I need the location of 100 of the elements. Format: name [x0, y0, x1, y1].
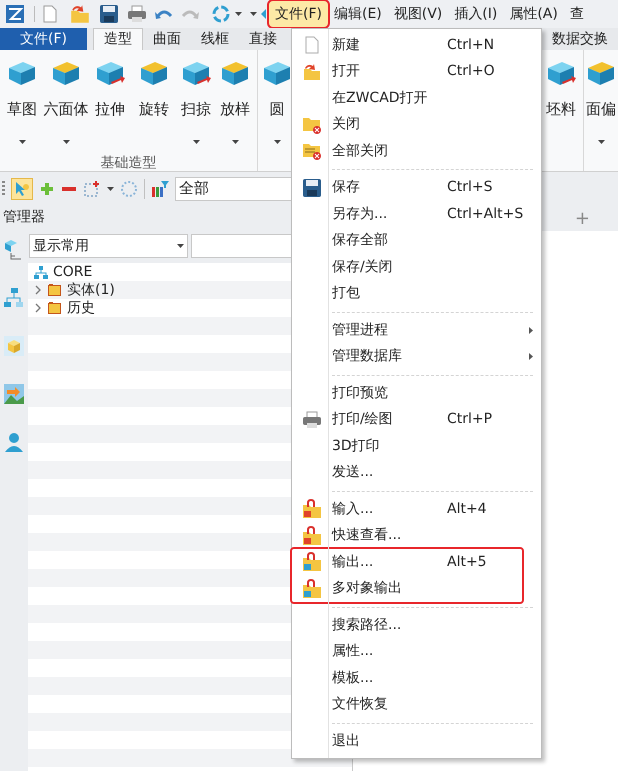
folder-lock-icon [302, 526, 322, 546]
menu-item[interactable]: 管理进程 [292, 317, 541, 344]
hierarchy-icon [34, 266, 48, 278]
submenu-arrow-icon [529, 326, 533, 334]
redo-icon[interactable] [181, 8, 199, 20]
menu-item[interactable]: 打印/绘图 Ctrl+P [292, 406, 541, 433]
app-logo-icon[interactable] [4, 3, 26, 25]
shortcut-label: Ctrl+S [447, 178, 493, 198]
menu-item-label: 在ZWCAD打开 [332, 88, 429, 108]
new-document-icon[interactable] [43, 5, 57, 23]
caret-icon [235, 12, 242, 16]
left-arrow-icon[interactable] [261, 9, 266, 19]
ribbon-button[interactable]: 圆 [260, 50, 294, 171]
menu-item[interactable]: 保存全部 [292, 228, 541, 254]
menu-item-label: 关闭 [332, 115, 361, 134]
menu-item[interactable]: 搜索路径... [292, 612, 541, 638]
menu-bar-item[interactable]: 属性(A) [503, 1, 564, 27]
ribbon-button[interactable]: 拉伸 [88, 50, 132, 148]
open-folder-icon[interactable] [69, 4, 91, 24]
ribbon-button-label: 扫掠 [181, 99, 211, 120]
plus-icon[interactable] [39, 180, 55, 196]
menu-item[interactable]: 打印预览 [292, 380, 541, 406]
ribbon-button-label: 坯料 [546, 99, 576, 120]
user-icon[interactable] [3, 431, 25, 453]
menu-item-label: 输出... [332, 552, 374, 572]
ribbon-button[interactable]: 坯料 [539, 50, 583, 171]
ribbon-button[interactable]: 旋转 [132, 50, 176, 148]
caret-icon [250, 12, 257, 16]
refresh-icon[interactable] [211, 4, 231, 24]
menu-item[interactable]: 保存/关闭 [292, 254, 541, 280]
menu-item[interactable]: 快速查看... [292, 522, 541, 549]
menu-item[interactable]: 全部关闭 [292, 138, 541, 164]
ribbon-tab[interactable]: 线框 [191, 28, 239, 50]
menu-item[interactable]: 输出... Alt+5 [292, 549, 522, 576]
menu-bar-item[interactable]: 编辑(E) [328, 1, 388, 27]
shortcut-label: Ctrl+P [447, 410, 492, 430]
printer-icon[interactable] [127, 5, 147, 23]
ribbon-tab[interactable]: 直接 [239, 28, 287, 50]
display-dropdown[interactable]: 显示常用 [29, 234, 188, 258]
menu-item-label: 打印/绘图 [332, 410, 394, 430]
filter-icon[interactable] [151, 180, 169, 198]
folder-lock-icon [302, 552, 322, 572]
menu-item[interactable]: 另存为... Ctrl+Alt+S [292, 201, 541, 228]
menu-item-label: 管理进程 [332, 320, 389, 340]
ribbon-button-label: 旋转 [139, 99, 169, 120]
menu-item-label: 搜索路径... [332, 616, 402, 635]
menu-item-label: 模板... [332, 668, 374, 688]
menu-item[interactable]: 输入... Alt+4 [292, 496, 541, 522]
caret-icon [192, 140, 200, 144]
expand-chevron-icon[interactable] [34, 285, 42, 295]
box-icon[interactable] [3, 335, 25, 357]
file-tab[interactable]: 文件(F) [0, 28, 87, 50]
dotted-circle-icon[interactable] [120, 180, 138, 198]
undo-icon[interactable] [155, 8, 173, 20]
ribbon-button[interactable]: 六面体 [44, 50, 88, 148]
select-tool-button[interactable] [11, 178, 33, 200]
ribbon-button-label: 放样 [220, 99, 250, 120]
ribbon-tab[interactable]: 曲面 [143, 28, 191, 50]
menu-item[interactable]: 文件恢复 [292, 692, 541, 718]
menu-item[interactable]: 模板... [292, 665, 541, 692]
ribbon-tab[interactable]: 造型 [93, 28, 143, 50]
shortcut-label: Ctrl+N [447, 36, 494, 55]
menu-item[interactable]: 管理数据库 [292, 344, 541, 370]
menu-item[interactable]: 关闭 [292, 112, 541, 138]
menu-item-label: 新建 [332, 36, 361, 55]
menu-item[interactable]: 属性... [292, 638, 541, 665]
menu-item-label: 输入... [332, 500, 374, 519]
menu-bar-item[interactable]: 查 [564, 1, 590, 27]
menu-item[interactable]: 3D打印 [292, 433, 541, 460]
ribbon-button-label: 圆 [270, 99, 284, 120]
menu-bar-item[interactable]: 插入(I) [448, 1, 504, 27]
ribbon-button-label: 草图 [7, 99, 37, 120]
menu-item[interactable]: 新建 Ctrl+N [292, 32, 541, 58]
printer-icon [302, 410, 322, 429]
expand-chevron-icon[interactable] [34, 303, 42, 313]
menu-bar-item[interactable]: 文件(F) [269, 1, 328, 27]
shortcut-label: Ctrl+Alt+S [447, 204, 524, 224]
hierarchy-icon[interactable] [3, 287, 25, 309]
ribbon-button[interactable]: 放样 [216, 50, 254, 148]
menu-item[interactable]: 多对象输出 [292, 576, 522, 602]
folder-icon [48, 284, 61, 296]
caret-icon [177, 244, 184, 248]
ribbon-tab[interactable]: 数据交换 [546, 28, 614, 50]
menu-bar-item[interactable]: 视图(V) [388, 1, 448, 27]
minus-icon[interactable] [61, 186, 77, 192]
menu-item[interactable]: 在ZWCAD打开 [292, 85, 541, 112]
menu-item-label: 保存 [332, 178, 361, 198]
menu-item-label: 文件恢复 [332, 695, 389, 714]
folder-icon [48, 302, 61, 314]
menu-item-label: 保存全部 [332, 231, 389, 250]
selection-box-icon[interactable] [83, 180, 101, 198]
menu-item[interactable]: 发送... [292, 460, 541, 486]
ribbon-button[interactable]: 草图 [0, 50, 44, 148]
menu-item-label: 全部关闭 [332, 142, 389, 161]
menu-item[interactable]: 退出 [292, 728, 541, 754]
folder-close-icon [302, 142, 322, 160]
folder-lock-icon [302, 578, 322, 599]
ribbon-button[interactable]: 扫掠 [176, 50, 216, 148]
ribbon-button[interactable]: 面偏 [584, 50, 618, 171]
menu-item[interactable]: 打开 Ctrl+O [292, 58, 541, 85]
